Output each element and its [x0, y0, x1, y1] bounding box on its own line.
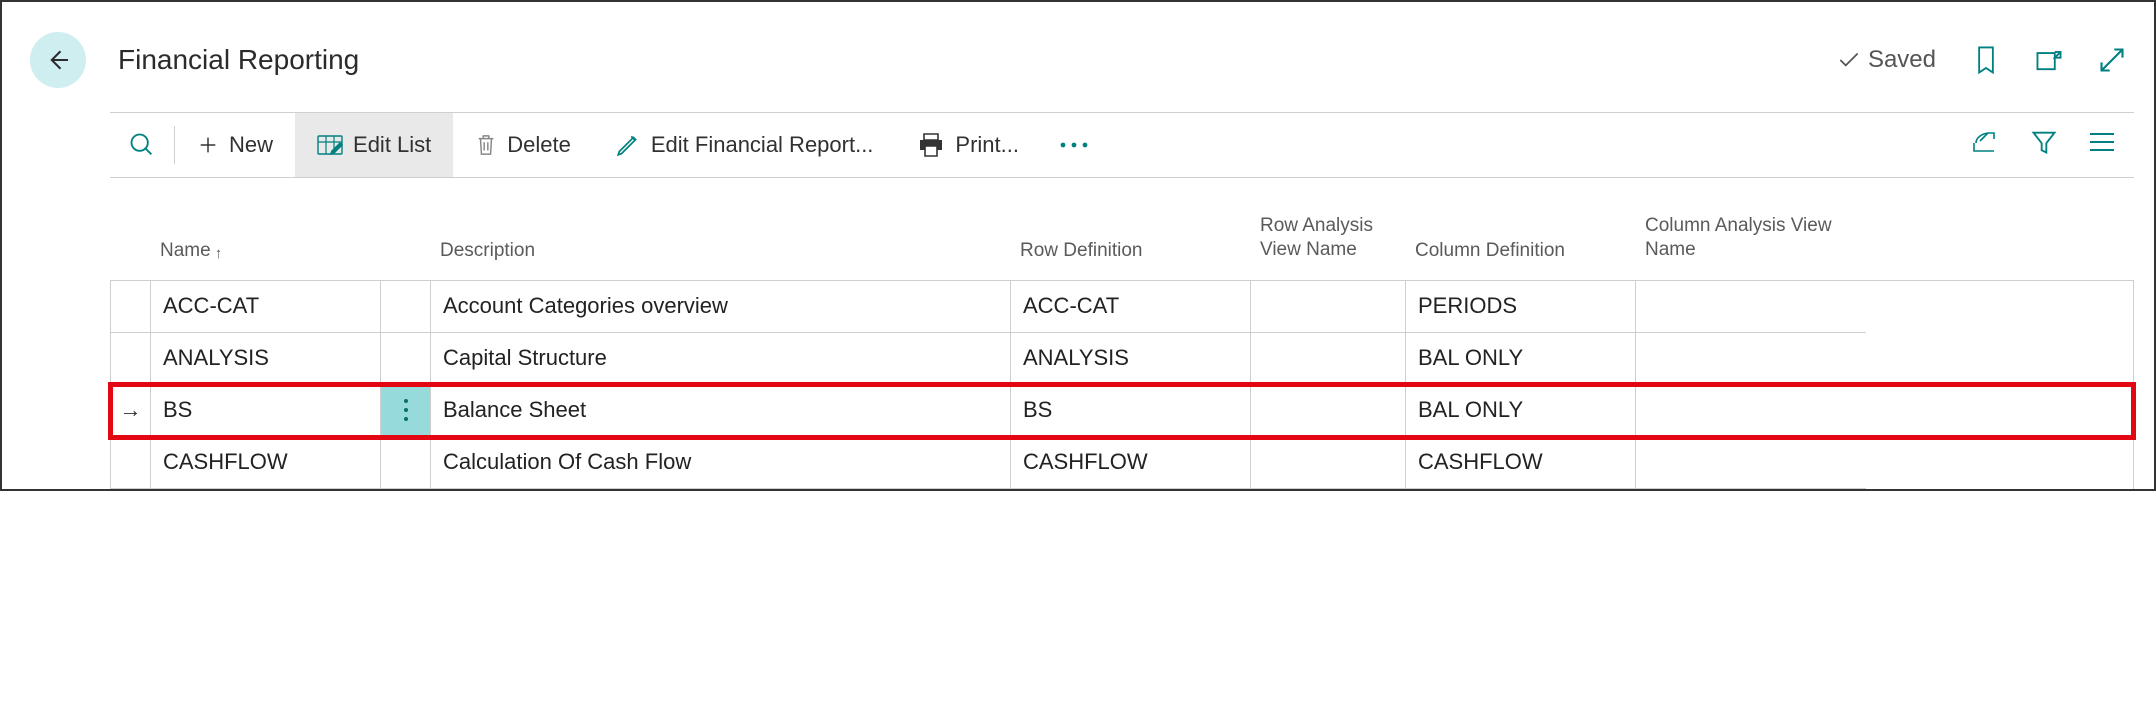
row-indicator-cell: [111, 437, 151, 489]
row-actions-button[interactable]: [381, 385, 430, 436]
back-button[interactable]: [30, 32, 86, 88]
edit-list-icon: [317, 133, 343, 157]
trash-icon: [475, 132, 497, 158]
check-icon: [1836, 47, 1862, 73]
column-definition-cell[interactable]: CASHFLOW: [1406, 437, 1636, 489]
delete-button[interactable]: Delete: [453, 113, 593, 177]
col-row-analysis-view-header[interactable]: Row Analysis View Name: [1250, 204, 1405, 280]
plus-icon: [197, 134, 219, 156]
description-cell[interactable]: Balance Sheet: [431, 385, 1011, 437]
list-view-button[interactable]: [2088, 131, 2116, 159]
table-row[interactable]: CASHFLOWCalculation Of Cash FlowCASHFLOW…: [111, 437, 2133, 489]
financial-reports-table: Name ↑ Description Row Definition Row An…: [110, 204, 2134, 489]
search-button[interactable]: [110, 113, 174, 177]
name-cell[interactable]: ACC-CAT: [151, 281, 381, 333]
row-indicator-cell: [111, 333, 151, 385]
popout-icon: [2034, 46, 2064, 74]
share-icon: [1970, 129, 2000, 155]
sort-ascending-icon: ↑: [215, 245, 223, 262]
edit-list-label: Edit List: [353, 132, 431, 158]
row-analysis-view-cell[interactable]: [1251, 385, 1406, 437]
col-row-definition-header[interactable]: Row Definition: [1010, 204, 1250, 280]
name-cell[interactable]: ANALYSIS: [151, 333, 381, 385]
saved-indicator: Saved: [1836, 46, 1936, 74]
filter-icon: [2030, 128, 2058, 156]
print-label: Print...: [955, 132, 1019, 158]
row-analysis-view-cell[interactable]: [1251, 437, 1406, 489]
column-definition-cell[interactable]: BAL ONLY: [1406, 333, 1636, 385]
col-name-label: Name: [160, 240, 211, 262]
column-analysis-view-cell[interactable]: [1636, 281, 1866, 333]
row-analysis-view-cell[interactable]: [1251, 281, 1406, 333]
action-bar: New Edit List Delete Edit Financial Repo…: [110, 112, 2134, 178]
col-column-analysis-view-header[interactable]: Column Analysis View Name: [1635, 204, 1865, 280]
page-title: Financial Reporting: [118, 44, 359, 76]
row-definition-cell[interactable]: ANALYSIS: [1011, 333, 1251, 385]
list-icon: [2088, 131, 2116, 153]
table-row[interactable]: →BSBalance SheetBSBAL ONLY: [111, 385, 2133, 437]
description-cell[interactable]: Capital Structure: [431, 333, 1011, 385]
more-actions-button[interactable]: [1041, 141, 1107, 149]
edit-financial-report-button[interactable]: Edit Financial Report...: [593, 113, 896, 177]
col-name-header[interactable]: Name ↑: [150, 204, 380, 280]
row-indicator-cell: →: [111, 385, 151, 437]
new-label: New: [229, 132, 273, 158]
bookmark-button[interactable]: [1972, 44, 2000, 76]
row-indicator-cell: [111, 281, 151, 333]
column-analysis-view-cell[interactable]: [1636, 437, 1866, 489]
arrow-left-icon: [43, 45, 73, 75]
row-menu-cell[interactable]: [381, 281, 431, 333]
popout-button[interactable]: [2034, 46, 2064, 74]
bookmark-icon: [1972, 44, 2000, 76]
col-column-definition-header[interactable]: Column Definition: [1405, 204, 1635, 280]
current-row-arrow-icon: →: [120, 397, 142, 423]
expand-icon: [2098, 46, 2126, 74]
column-definition-cell[interactable]: BAL ONLY: [1406, 385, 1636, 437]
col-selector: [110, 204, 150, 280]
col-description-header[interactable]: Description: [430, 204, 1010, 280]
description-cell[interactable]: Account Categories overview: [431, 281, 1011, 333]
column-definition-cell[interactable]: PERIODS: [1406, 281, 1636, 333]
saved-label: Saved: [1868, 46, 1936, 74]
vertical-ellipsis-icon: [403, 397, 409, 423]
description-cell[interactable]: Calculation Of Cash Flow: [431, 437, 1011, 489]
name-cell[interactable]: CASHFLOW: [151, 437, 381, 489]
table-row[interactable]: ANALYSISCapital StructureANALYSISBAL ONL…: [111, 333, 2133, 385]
row-menu-cell[interactable]: [381, 333, 431, 385]
row-definition-cell[interactable]: BS: [1011, 385, 1251, 437]
row-definition-cell[interactable]: ACC-CAT: [1011, 281, 1251, 333]
row-analysis-view-cell[interactable]: [1251, 333, 1406, 385]
ellipsis-icon: [1059, 141, 1089, 149]
column-analysis-view-cell[interactable]: [1636, 385, 1866, 437]
table-row[interactable]: ACC-CATAccount Categories overviewACC-CA…: [111, 281, 2133, 333]
name-cell[interactable]: BS: [151, 385, 381, 437]
search-icon: [128, 131, 156, 159]
col-menu: [380, 204, 430, 280]
print-button[interactable]: Print...: [895, 113, 1041, 177]
edit-financial-report-label: Edit Financial Report...: [651, 132, 874, 158]
new-button[interactable]: New: [175, 113, 295, 177]
expand-button[interactable]: [2098, 46, 2126, 74]
filter-button[interactable]: [2030, 128, 2058, 162]
pencil-icon: [615, 132, 641, 158]
share-button[interactable]: [1970, 129, 2000, 161]
row-menu-cell[interactable]: [381, 385, 431, 437]
column-analysis-view-cell[interactable]: [1636, 333, 1866, 385]
printer-icon: [917, 132, 945, 158]
delete-label: Delete: [507, 132, 571, 158]
row-menu-cell[interactable]: [381, 437, 431, 489]
row-definition-cell[interactable]: CASHFLOW: [1011, 437, 1251, 489]
edit-list-button[interactable]: Edit List: [295, 113, 453, 177]
